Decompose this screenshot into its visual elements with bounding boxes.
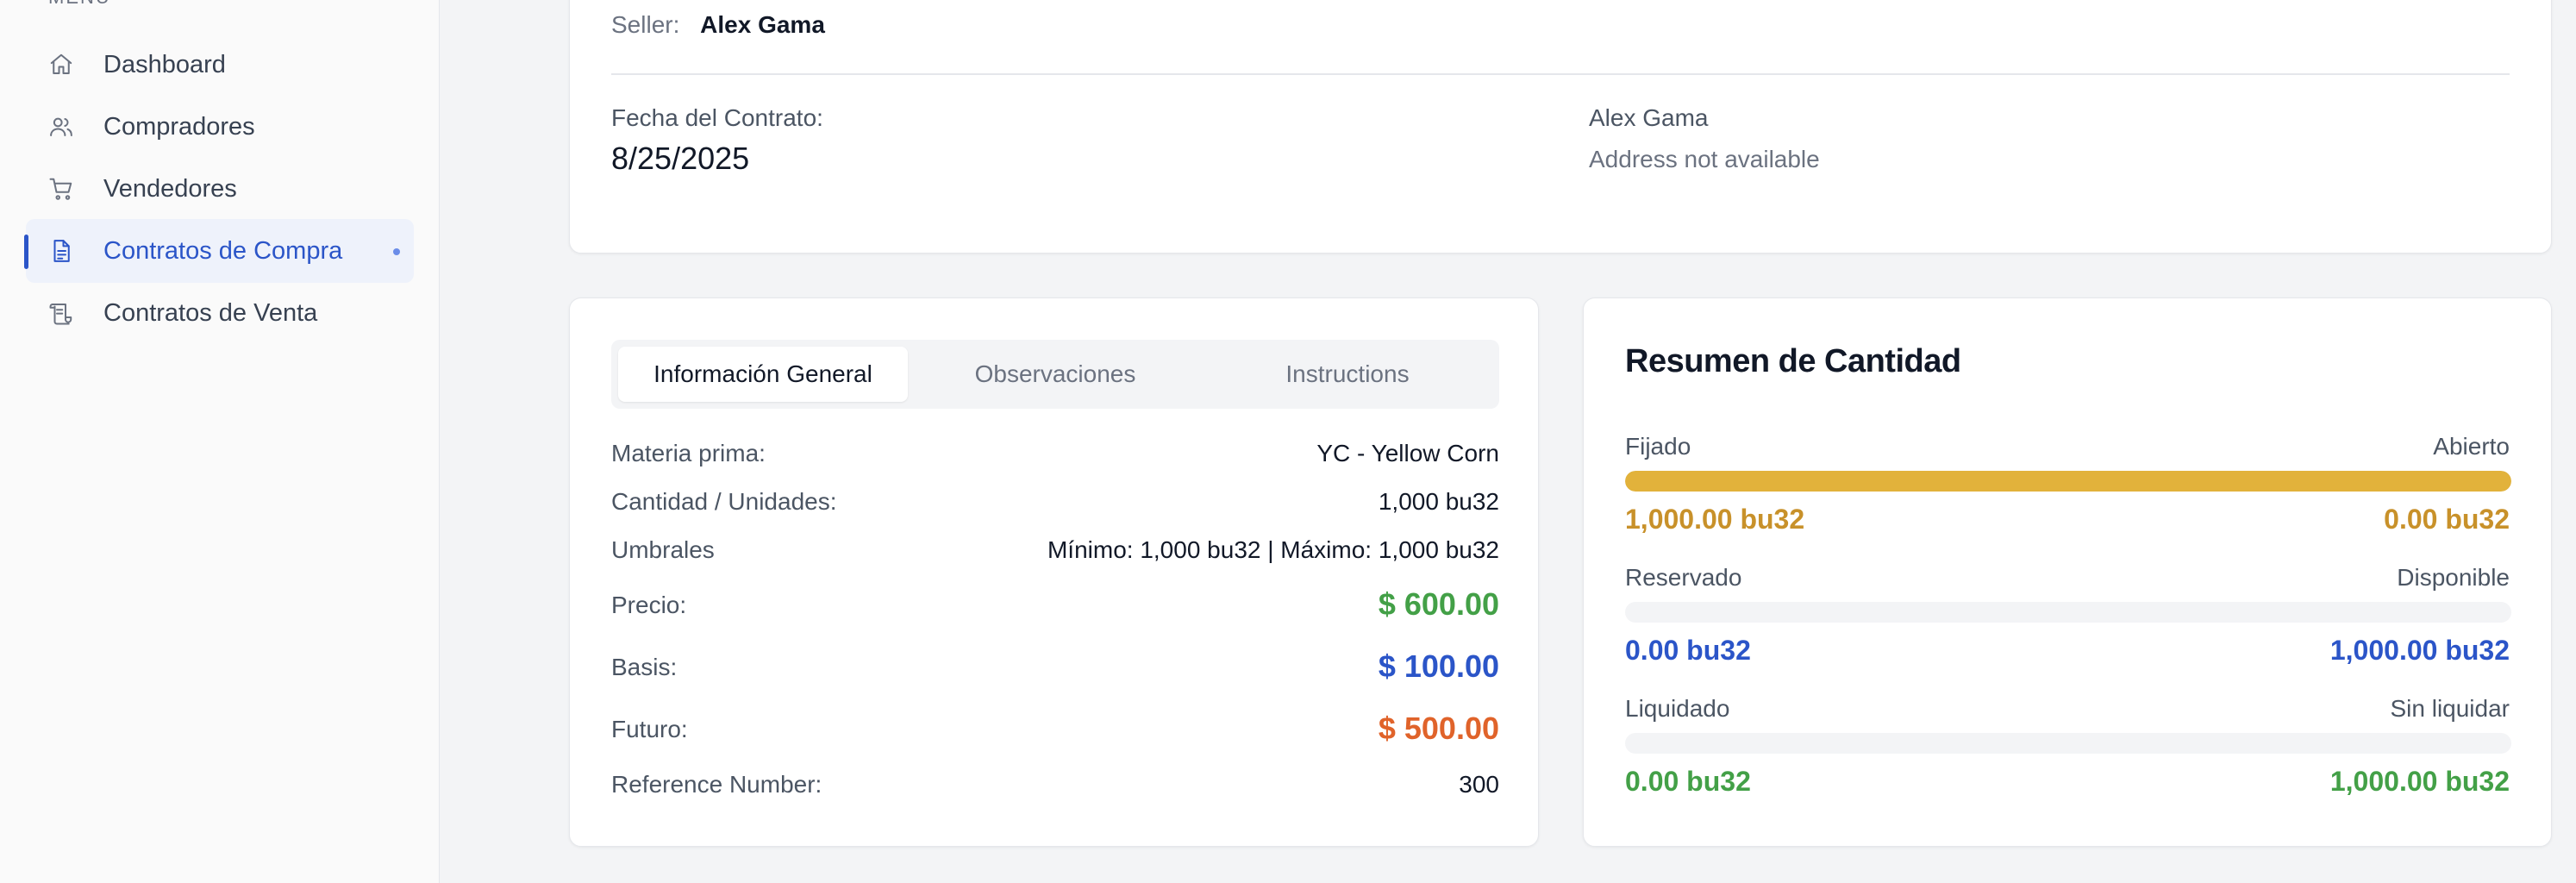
- tab-informacion-general[interactable]: Información General: [618, 347, 908, 402]
- sidebar-item-dashboard[interactable]: Dashboard: [26, 33, 414, 97]
- contract-date-value: 8/25/2025: [611, 141, 750, 176]
- home-icon: [48, 52, 74, 78]
- seller-label: Seller:: [611, 11, 680, 38]
- abierto-label: Abierto: [2433, 433, 2510, 460]
- basis-row: Basis: $ 100.00: [611, 648, 1499, 688]
- umbrales-label: Umbrales: [611, 536, 715, 563]
- materia-prima-value: YC - Yellow Corn: [1316, 440, 1499, 467]
- materia-prima-label: Materia prima:: [611, 440, 766, 467]
- reservado-value: 0.00 bu32: [1625, 635, 1751, 666]
- liquidado-progress-bar: [1625, 733, 2511, 754]
- active-dot: [393, 248, 400, 255]
- umbrales-value: Mínimo: 1,000 bu32 | Máximo: 1,000 bu32: [1047, 536, 1499, 563]
- cantidad-row: Cantidad / Unidades: 1,000 bu32: [611, 488, 1499, 523]
- sidebar-item-contratos-de-compra[interactable]: Contratos de Compra: [24, 219, 414, 283]
- menu-label: MENU: [48, 0, 111, 9]
- sidebar-item-label: Compradores: [103, 112, 255, 141]
- disponible-label: Disponible: [2397, 564, 2510, 591]
- futuro-label: Futuro:: [611, 716, 688, 742]
- party-address: Address not available: [1589, 146, 1820, 172]
- basis-label: Basis:: [611, 654, 678, 680]
- seller-row: Seller: Alex Gama: [611, 11, 825, 39]
- reference-number-label: Reference Number:: [611, 771, 822, 798]
- reference-number-row: Reference Number: 300: [611, 771, 1499, 805]
- precio-value: $ 600.00: [1378, 586, 1499, 622]
- liquidado-label: Liquidado: [1625, 695, 1730, 722]
- document-icon: [48, 238, 74, 264]
- sidebar-item-contratos-de-venta[interactable]: Contratos de Venta: [26, 281, 414, 345]
- contract-header-card: Seller: Alex Gama Fecha del Contrato: 8/…: [569, 0, 2552, 254]
- liquidado-value: 0.00 bu32: [1625, 766, 1751, 797]
- scroll-icon: [48, 300, 74, 326]
- fijado-value: 1,000.00 bu32: [1625, 504, 1805, 535]
- contract-date-label: Fecha del Contrato:: [611, 104, 823, 131]
- quantity-summary-card: Resumen de Cantidad Fijado Abierto 1,000…: [1583, 297, 2552, 847]
- seller-name: Alex Gama: [700, 11, 825, 38]
- sin-liquidar-value: 1,000.00 bu32: [2329, 766, 2510, 797]
- basis-value: $ 100.00: [1378, 648, 1499, 684]
- cantidad-label: Cantidad / Unidades:: [611, 488, 837, 515]
- sin-liquidar-label: Sin liquidar: [2390, 695, 2510, 722]
- precio-label: Precio:: [611, 592, 687, 618]
- app-root: MENU Dashboard Compradores Vendedores: [0, 0, 2576, 883]
- futuro-row: Futuro: $ 500.00: [611, 711, 1499, 750]
- sidebar-item-label: Dashboard: [103, 50, 226, 78]
- precio-row: Precio: $ 600.00: [611, 586, 1499, 626]
- active-indicator: [24, 235, 28, 269]
- party-name: Alex Gama: [1589, 104, 1709, 131]
- sidebar-item-label: Contratos de Venta: [103, 298, 318, 327]
- umbrales-row: Umbrales Mínimo: 1,000 bu32 | Máximo: 1,…: [611, 536, 1499, 571]
- tab-observaciones[interactable]: Observaciones: [910, 347, 1200, 402]
- tab-instructions[interactable]: Instructions: [1203, 347, 1492, 402]
- sidebar-item-label: Contratos de Compra: [103, 236, 343, 265]
- cantidad-value: 1,000 bu32: [1378, 488, 1499, 515]
- reservado-progress-bar: [1625, 602, 2511, 623]
- disponible-value: 1,000.00 bu32: [2329, 635, 2510, 666]
- fijado-progress-fill: [1625, 471, 2511, 492]
- reference-number-value: 300: [1459, 771, 1499, 798]
- futuro-value: $ 500.00: [1378, 711, 1499, 746]
- sidebar-item-compradores[interactable]: Compradores: [26, 95, 414, 159]
- abierto-value: 0.00 bu32: [2384, 504, 2510, 535]
- divider: [611, 73, 2510, 75]
- sidebar-item-vendedores[interactable]: Vendedores: [26, 157, 414, 221]
- general-info-card: Información General Observaciones Instru…: [569, 297, 1539, 847]
- tab-bar: Información General Observaciones Instru…: [611, 340, 1499, 409]
- fijado-label: Fijado: [1625, 433, 1691, 460]
- cart-icon: [48, 176, 74, 202]
- summary-title: Resumen de Cantidad: [1625, 343, 1961, 379]
- materia-prima-row: Materia prima: YC - Yellow Corn: [611, 440, 1499, 474]
- sidebar: MENU Dashboard Compradores Vendedores: [0, 0, 440, 883]
- sidebar-item-label: Vendedores: [103, 174, 237, 203]
- fijado-progress-bar: [1625, 471, 2511, 492]
- reservado-label: Reservado: [1625, 564, 1742, 591]
- users-icon: [48, 114, 74, 140]
